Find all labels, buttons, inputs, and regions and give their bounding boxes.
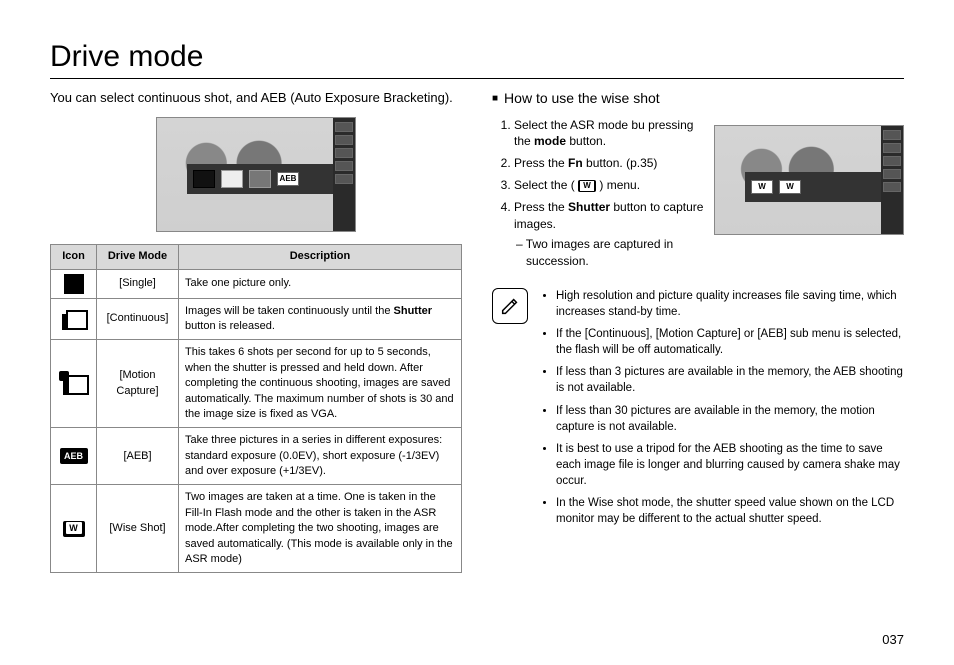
intro-text: You can select continuous shot, and AEB … bbox=[50, 89, 462, 107]
wise-shot-icon bbox=[63, 521, 85, 537]
motion-capture-icon bbox=[61, 373, 87, 395]
camera-screenshot-right: W W bbox=[714, 125, 904, 235]
continuous-icon bbox=[62, 308, 86, 330]
desc-cell: Images will be taken continuously until … bbox=[179, 298, 462, 340]
mode-cell: [Continuous] bbox=[97, 298, 179, 340]
table-row: [Motion Capture] This takes 6 shots per … bbox=[51, 340, 462, 428]
strip-continuous-icon bbox=[221, 170, 243, 188]
note-item: If the [Continuous], [Motion Capture] or… bbox=[556, 326, 904, 358]
step-4-sub: Two images are captured in succession. bbox=[514, 236, 904, 270]
table-row: AEB [AEB] Take three pictures in a serie… bbox=[51, 428, 462, 485]
mode-cell: [AEB] bbox=[97, 428, 179, 485]
mode-cell: [Wise Shot] bbox=[97, 485, 179, 573]
desc-cell: Two images are taken at a time. One is t… bbox=[179, 485, 462, 573]
desc-cell: Take three pictures in a series in diffe… bbox=[179, 428, 462, 485]
desc-cell: This takes 6 shots per second for up to … bbox=[179, 340, 462, 428]
desc-cell: Take one picture only. bbox=[179, 269, 462, 298]
camera-screenshot-left: AEB bbox=[156, 117, 356, 232]
strip-motion-icon bbox=[249, 170, 271, 188]
right-column: How to use the wise shot W W Select the … bbox=[492, 89, 904, 573]
note-item: High resolution and picture quality incr… bbox=[556, 288, 904, 320]
strip-single-icon bbox=[193, 170, 215, 188]
page-number: 037 bbox=[882, 632, 904, 647]
wise-shot-heading: How to use the wise shot bbox=[492, 89, 904, 109]
table-row: [Wise Shot] Two images are taken at a ti… bbox=[51, 485, 462, 573]
left-column: You can select continuous shot, and AEB … bbox=[50, 89, 462, 573]
aeb-icon: AEB bbox=[60, 448, 88, 464]
th-icon: Icon bbox=[51, 245, 97, 269]
note-item: In the Wise shot mode, the shutter speed… bbox=[556, 495, 904, 527]
mode-cell: [Motion Capture] bbox=[97, 340, 179, 428]
single-icon bbox=[64, 274, 84, 294]
table-row: [Continuous] Images will be taken contin… bbox=[51, 298, 462, 340]
strip-aeb-icon: AEB bbox=[277, 172, 299, 186]
th-mode: Drive Mode bbox=[97, 245, 179, 269]
th-desc: Description bbox=[179, 245, 462, 269]
note-item: If less than 3 pictures are available in… bbox=[556, 364, 904, 396]
page-title: Drive mode bbox=[50, 40, 904, 79]
strip-wise-icon: W bbox=[779, 180, 801, 194]
strip-wise-icon: W bbox=[751, 180, 773, 194]
note-item: It is best to use a tripod for the AEB s… bbox=[556, 441, 904, 489]
note-item: If less than 30 pictures are available i… bbox=[556, 403, 904, 435]
mode-cell: [Single] bbox=[97, 269, 179, 298]
drive-mode-table: Icon Drive Mode Description [Single] Tak… bbox=[50, 244, 462, 573]
wise-inline-icon bbox=[578, 180, 596, 192]
table-row: [Single] Take one picture only. bbox=[51, 269, 462, 298]
notes-list: High resolution and picture quality incr… bbox=[538, 288, 904, 533]
note-pencil-icon bbox=[492, 288, 528, 324]
